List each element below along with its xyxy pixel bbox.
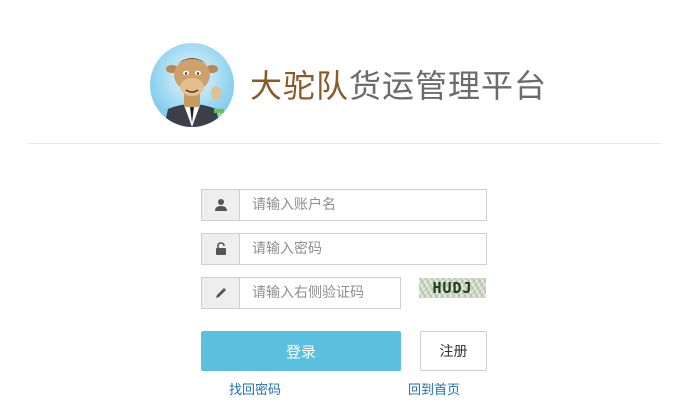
home-link[interactable]: 回到首页 <box>408 379 460 398</box>
forgot-password-link[interactable]: 找回密码 <box>229 379 281 398</box>
user-icon <box>202 190 240 220</box>
unlock-icon <box>202 234 240 264</box>
camel-mascot-logo <box>150 43 234 127</box>
password-field <box>201 233 487 265</box>
page-header: 大驼队货运管理平台 <box>0 0 691 144</box>
title-brand: 大驼队 <box>250 67 350 105</box>
captcha-image[interactable]: HUDJ <box>419 278 486 298</box>
captcha-field <box>201 277 401 309</box>
password-input[interactable] <box>240 234 486 264</box>
title-rest: 货运管理平台 <box>349 67 548 105</box>
username-field <box>201 189 487 221</box>
login-button[interactable]: 登录 <box>201 331 401 371</box>
username-input[interactable] <box>240 190 486 220</box>
camel-mascot-icon <box>164 58 224 127</box>
captcha-input[interactable] <box>240 278 400 308</box>
header-divider <box>28 143 661 144</box>
pencil-icon <box>202 278 240 308</box>
page-title: 大驼队货运管理平台 <box>250 66 547 106</box>
register-button[interactable]: 注册 <box>420 331 487 371</box>
